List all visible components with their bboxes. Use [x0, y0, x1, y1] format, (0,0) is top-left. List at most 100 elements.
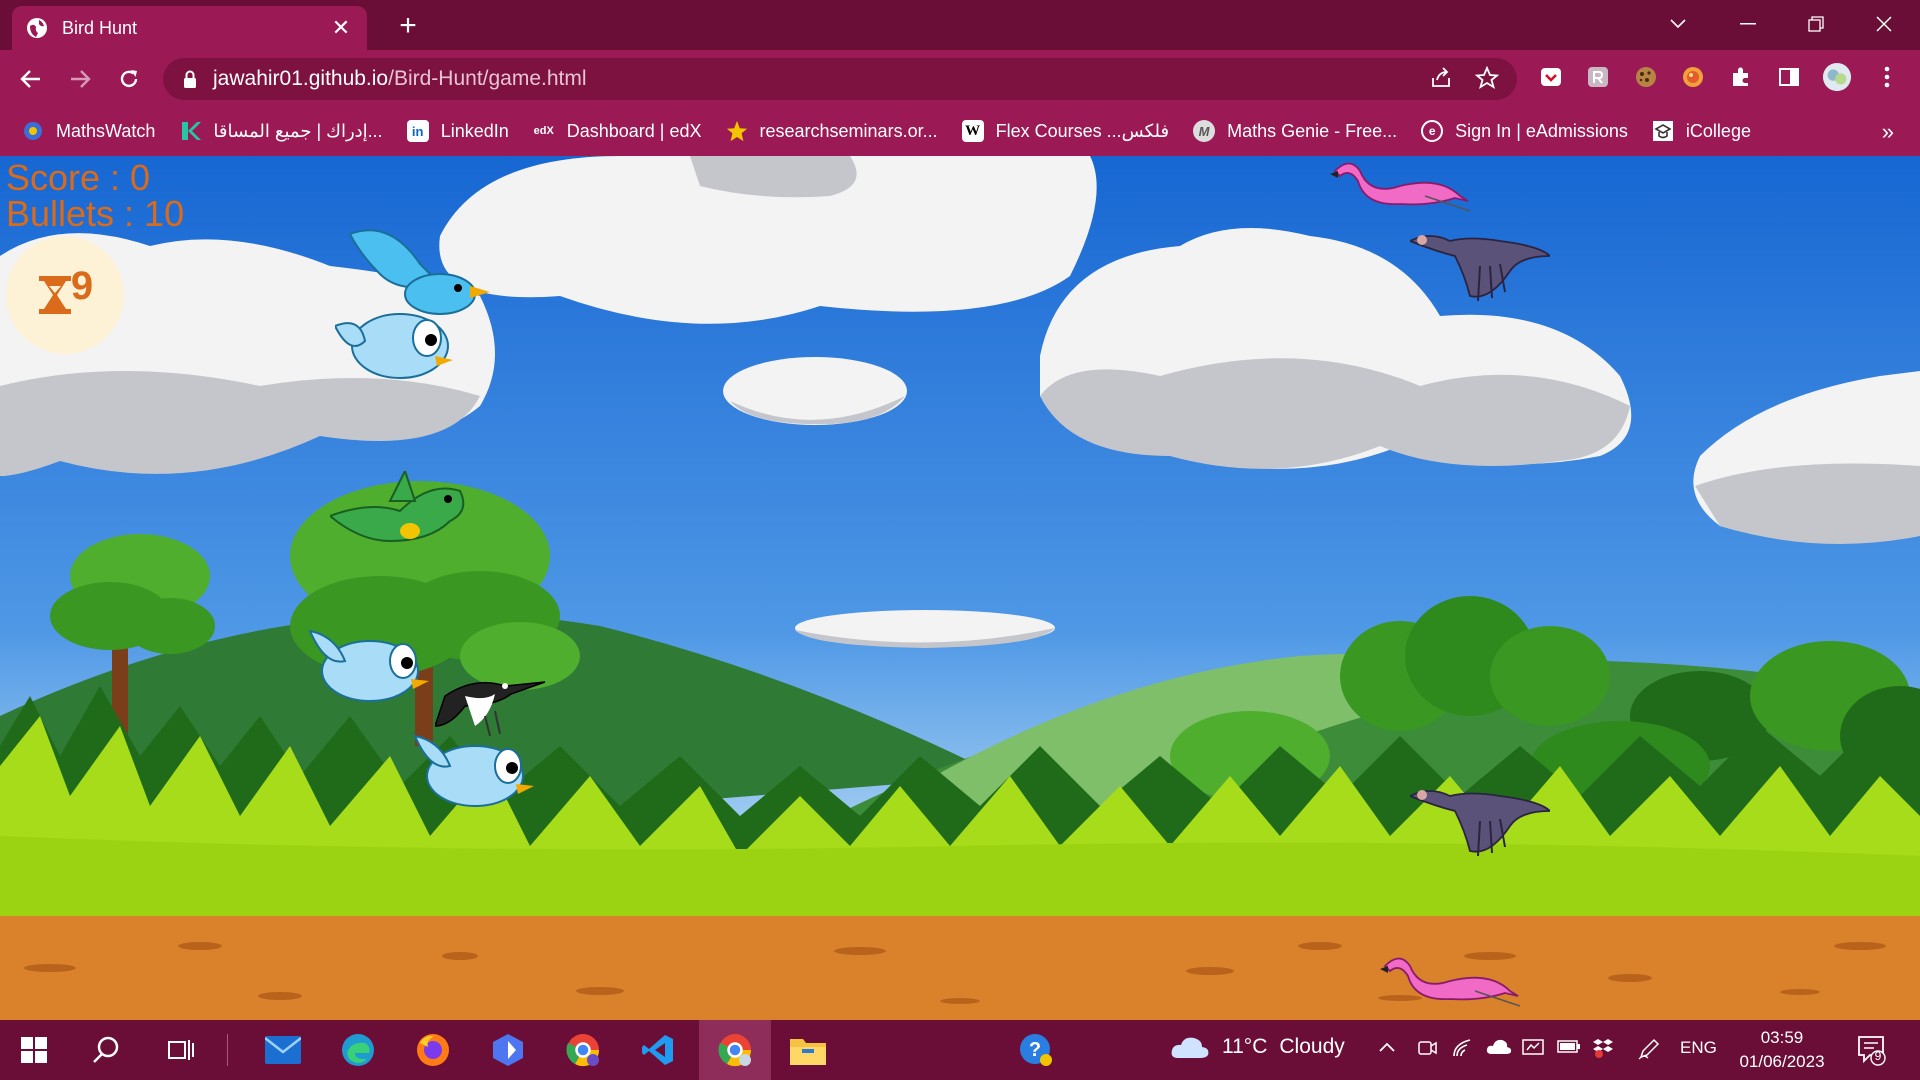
menu-kebab-icon[interactable]: [1872, 62, 1902, 92]
omnibox-actions: [1429, 66, 1499, 90]
onedrive-icon[interactable]: [1486, 1038, 1512, 1061]
share-icon[interactable]: [1429, 66, 1453, 90]
vulture-bird[interactable]: [1410, 226, 1550, 306]
folder-icon: [790, 1039, 826, 1065]
address-bar[interactable]: jawahir01.github.io/Bird-Hunt/game.html: [163, 58, 1517, 100]
bookmark-label: Flex Courses ...فلكس: [995, 120, 1170, 141]
url-path: /Bird-Hunt/game.html: [388, 67, 587, 90]
grass-base: [0, 836, 1920, 916]
close-icon: [1876, 16, 1892, 32]
system-clock[interactable]: 03:59 01/06/2023: [1734, 1026, 1830, 1074]
bookmark-edraak[interactable]: إدراك | جميع المساقا...: [179, 120, 383, 142]
monitor-icon[interactable]: [1522, 1038, 1544, 1063]
chrome-profile-app[interactable]: [563, 1030, 603, 1070]
bookmark-label: iCollege: [1685, 120, 1751, 141]
bookmark-label: researchseminars.or...: [759, 120, 938, 141]
task-view-button[interactable]: [160, 1030, 200, 1070]
pocket-extension-icon[interactable]: [1536, 62, 1566, 92]
blue-bird[interactable]: [410, 726, 540, 816]
pink-flamingo[interactable]: [1330, 156, 1470, 216]
edge-icon: [342, 1034, 374, 1066]
reload-button[interactable]: [112, 62, 146, 96]
close-window-button[interactable]: [1856, 6, 1912, 42]
bookmark-edx[interactable]: edX Dashboard | edX: [533, 120, 702, 142]
extension-gray-icon[interactable]: [1583, 62, 1613, 92]
game-background: [0, 156, 1920, 1020]
bookmark-label: MathsWatch: [56, 120, 156, 141]
star-icon: [726, 120, 748, 142]
search-icon: [93, 1036, 119, 1063]
help-app[interactable]: ?: [1016, 1030, 1056, 1070]
wifi-icon[interactable]: [1452, 1038, 1474, 1063]
back-button[interactable]: [14, 62, 48, 96]
green-dragon-bird[interactable]: [330, 471, 470, 556]
timer-badge: 9: [6, 236, 124, 354]
tab-close-button[interactable]: ✕: [329, 17, 353, 39]
notification-count: 9: [1874, 1049, 1882, 1063]
restore-button[interactable]: [1788, 6, 1844, 42]
browser-chrome: Bird Hunt ✕ + jawahir01.github.io/Bird-H…: [0, 0, 1920, 156]
firefox-app[interactable]: [413, 1030, 453, 1070]
chrome-app[interactable]: [715, 1030, 755, 1070]
blue-bird[interactable]: [335, 286, 465, 386]
icollege-icon: [1652, 120, 1674, 142]
mathsgenie-icon: M: [1193, 120, 1216, 142]
notification-center-button[interactable]: 9: [1856, 1034, 1888, 1071]
dropbox-icon[interactable]: [1592, 1038, 1614, 1063]
bookmark-flex-courses[interactable]: W Flex Courses ...فلكس: [961, 120, 1170, 142]
meet-now-icon[interactable]: [1417, 1038, 1437, 1063]
clock-time: 03:59: [1760, 1028, 1804, 1047]
bookmark-label: Dashboard | edX: [566, 120, 702, 141]
mail-app[interactable]: [263, 1030, 303, 1070]
tray-overflow-chevron[interactable]: [1378, 1038, 1396, 1058]
minimize-button[interactable]: [1720, 6, 1776, 42]
edge-app[interactable]: [338, 1030, 378, 1070]
score-display: Score : 0: [6, 157, 151, 198]
weather-widget[interactable]: 11°C Cloudy: [1170, 1034, 1345, 1060]
vscode-app[interactable]: [638, 1030, 678, 1070]
tab-bird-hunt[interactable]: Bird Hunt ✕: [12, 6, 367, 50]
file-explorer-app[interactable]: [788, 1030, 828, 1070]
clock-date: 01/06/2023: [1739, 1052, 1825, 1071]
pink-flamingo[interactable]: [1380, 951, 1520, 1011]
side-panel-icon[interactable]: [1774, 62, 1804, 92]
game-canvas[interactable]: Score : 0 Bullets : 10 9: [0, 156, 1920, 1020]
bookmark-icollege[interactable]: iCollege: [1652, 120, 1751, 142]
url-text: jawahir01.github.io/Bird-Hunt/game.html: [213, 67, 587, 91]
vulture-bird[interactable]: [1410, 781, 1550, 861]
power-automate-app[interactable]: [488, 1030, 528, 1070]
start-button[interactable]: [14, 1030, 54, 1070]
bookmarks-overflow-button[interactable]: »: [1882, 119, 1894, 145]
linkedin-icon: in: [406, 120, 429, 142]
chevron-up-icon: [1379, 1042, 1395, 1052]
woodpecker-bird[interactable]: [435, 656, 550, 736]
cloud: [723, 357, 907, 425]
search-button[interactable]: [86, 1030, 126, 1070]
battery-icon[interactable]: [1557, 1038, 1581, 1059]
bookmark-researchseminars[interactable]: researchseminars.or...: [726, 120, 938, 142]
chevron-down-icon: [1670, 19, 1686, 29]
bookmark-eadmissions[interactable]: e Sign In | eAdmissions: [1421, 120, 1628, 142]
language-indicator[interactable]: ENG: [1680, 1038, 1717, 1058]
forward-button[interactable]: [63, 62, 97, 96]
mathswatch-icon: [22, 120, 44, 142]
help-icon: ?: [1020, 1034, 1052, 1066]
new-tab-button[interactable]: +: [392, 11, 424, 43]
extensions-puzzle-icon[interactable]: [1726, 62, 1756, 92]
blue-bird[interactable]: [305, 621, 435, 711]
tab-search-button[interactable]: [1650, 6, 1706, 42]
pen-icon[interactable]: [1638, 1038, 1660, 1065]
bookmark-mathswatch[interactable]: MathsWatch: [22, 120, 155, 142]
windows-logo-icon: [21, 1037, 47, 1063]
url-host: jawahir01.github.io: [213, 67, 389, 90]
cookie-extension-icon[interactable]: [1631, 62, 1661, 92]
svg-text:?: ?: [1029, 1039, 1041, 1061]
profile-avatar[interactable]: [1822, 62, 1852, 92]
cloud-icon: [1171, 1037, 1209, 1058]
globe-icon: [27, 18, 47, 38]
bookmark-star-icon[interactable]: [1475, 66, 1499, 90]
food-extension-icon[interactable]: [1678, 62, 1708, 92]
bookmark-linkedin[interactable]: in LinkedIn: [406, 120, 509, 142]
bookmark-label: Maths Genie - Free...: [1227, 120, 1398, 141]
bookmark-mathsgenie[interactable]: M Maths Genie - Free...: [1193, 120, 1397, 142]
